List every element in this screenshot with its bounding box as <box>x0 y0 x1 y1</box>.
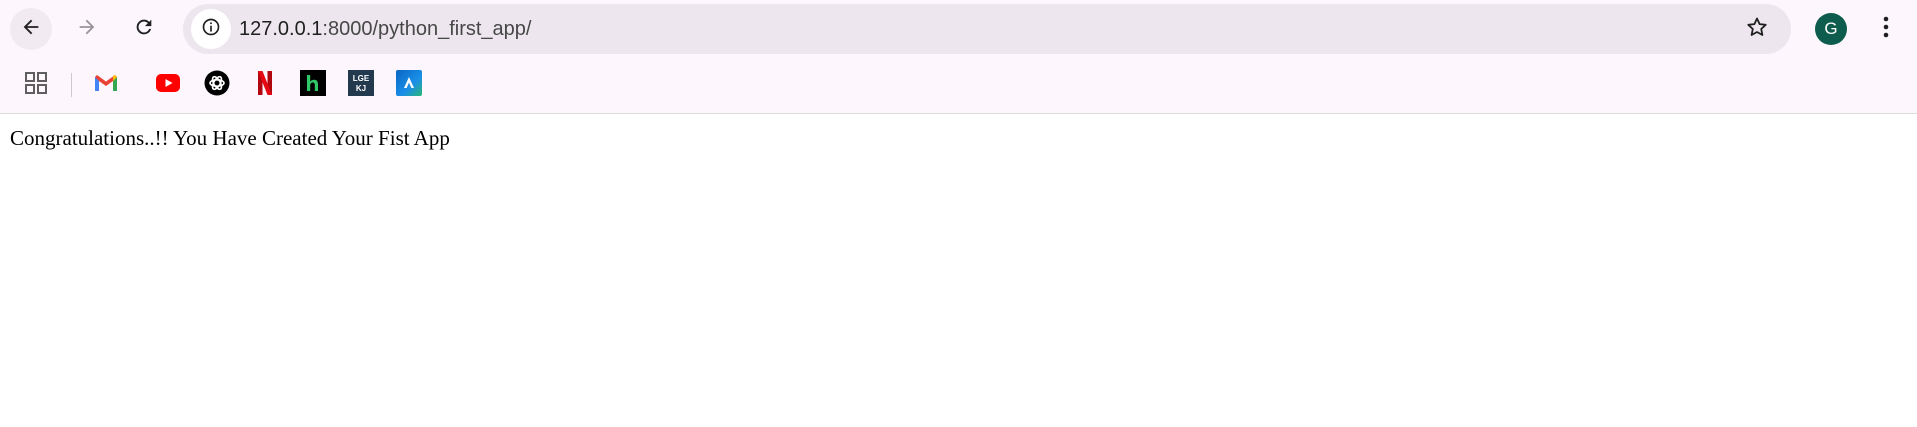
page-message: Congratulations..!! You Have Created You… <box>10 126 450 150</box>
lgekj-icon: LGE KJ <box>348 69 374 101</box>
browser-toolbar: 127.0.0.1:8000/python_first_app/ G <box>0 0 1917 57</box>
arrow-left-icon <box>20 16 42 43</box>
svg-text:KJ: KJ <box>356 84 366 93</box>
bookmark-hackerrank[interactable] <box>299 69 327 101</box>
bookmark-chatgpt[interactable] <box>203 70 231 101</box>
bookmark-blue-a[interactable] <box>395 69 423 101</box>
browser-menu-button[interactable] <box>1872 12 1900 46</box>
forward-button[interactable] <box>66 8 108 50</box>
youtube-icon <box>155 73 181 98</box>
reload-button[interactable] <box>123 8 165 50</box>
browser-window: 127.0.0.1:8000/python_first_app/ G LGE K… <box>0 0 1917 427</box>
info-icon <box>201 17 221 42</box>
arrow-right-icon <box>76 16 98 43</box>
chatgpt-icon <box>204 70 230 101</box>
netflix-icon <box>257 70 273 101</box>
url-path: :8000/python_first_app/ <box>322 18 532 40</box>
bookmarks-separator <box>71 73 72 97</box>
site-info-button[interactable] <box>191 9 231 49</box>
gmail-icon <box>93 73 119 98</box>
back-button[interactable] <box>10 8 52 50</box>
bookmark-netflix[interactable] <box>251 70 279 101</box>
blue-a-icon <box>396 69 422 101</box>
svg-text:LGE: LGE <box>353 74 370 83</box>
star-icon <box>1745 15 1769 44</box>
bookmarks-bar: LGE KJ <box>0 57 1917 114</box>
hackerrank-icon <box>300 69 326 101</box>
bookmark-youtube[interactable] <box>154 71 182 99</box>
bookmark-gmail[interactable] <box>92 71 120 99</box>
url-host: 127.0.0.1 <box>239 18 323 40</box>
bookmark-lgekj[interactable]: LGE KJ <box>347 69 375 101</box>
url-text[interactable]: 127.0.0.1:8000/python_first_app/ <box>239 4 531 54</box>
profile-avatar[interactable]: G <box>1815 13 1847 45</box>
three-dots-vertical-icon <box>1883 15 1889 44</box>
apps-button[interactable] <box>22 71 50 99</box>
profile-initial: G <box>1824 19 1838 38</box>
address-bar[interactable]: 127.0.0.1:8000/python_first_app/ <box>183 4 1791 54</box>
reload-icon <box>133 16 155 43</box>
apps-grid-icon <box>24 71 48 100</box>
bookmark-star-button[interactable] <box>1743 15 1771 43</box>
